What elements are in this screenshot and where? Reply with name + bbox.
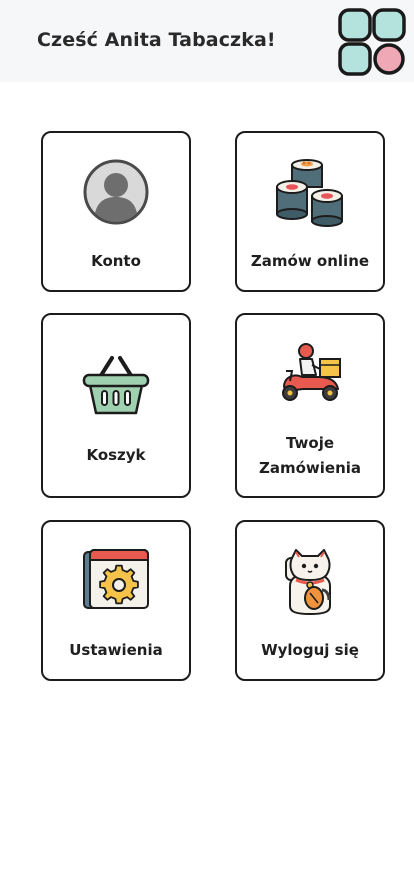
- account-tile[interactable]: Konto: [41, 131, 191, 292]
- settings-label: Ustawienia: [69, 641, 163, 659]
- settings-gear-icon: [83, 549, 149, 609]
- logout-label: Wyloguj się: [261, 641, 359, 659]
- basket-icon: [82, 356, 150, 415]
- my-orders-label-line1: Twoje: [285, 434, 335, 452]
- order-online-tile[interactable]: Zamów online: [235, 131, 385, 292]
- cart-tile[interactable]: Koszyk: [41, 313, 191, 498]
- my-orders-label-line2: Zamówienia: [258, 459, 362, 477]
- sushi-icon: [276, 159, 343, 227]
- delivery-scooter-icon: [282, 343, 341, 401]
- account-label: Konto: [91, 252, 141, 270]
- user-avatar-icon: [83, 159, 149, 225]
- greeting-text: Cześć Anita Tabaczka!: [37, 29, 276, 51]
- app-grid-icon[interactable]: [338, 8, 406, 76]
- settings-tile[interactable]: Ustawienia: [41, 520, 191, 681]
- logout-tile[interactable]: Wyloguj się: [235, 520, 385, 681]
- cart-label: Koszyk: [86, 446, 146, 464]
- order-online-label: Zamów online: [250, 252, 370, 270]
- my-orders-tile[interactable]: Twoje Zamówienia: [235, 313, 385, 498]
- lucky-cat-icon: [285, 549, 331, 616]
- top-bar: Cześć Anita Tabaczka!: [0, 0, 414, 82]
